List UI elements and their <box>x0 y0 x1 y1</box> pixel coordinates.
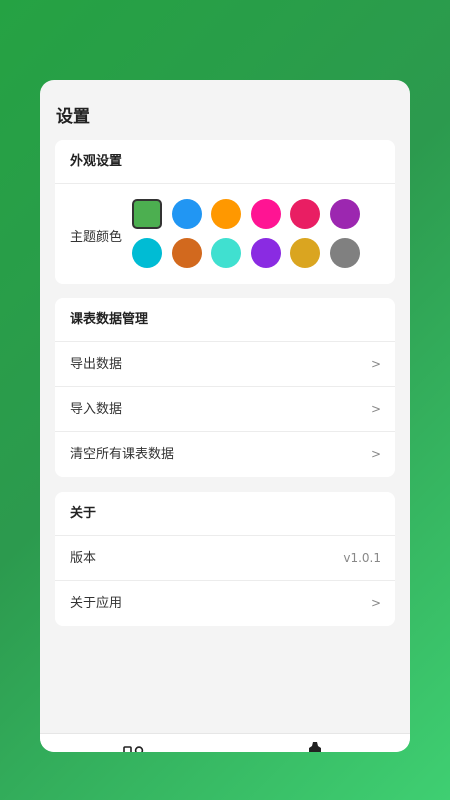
color-swatch[interactable] <box>290 238 320 268</box>
chevron-right-icon: > <box>370 596 381 610</box>
page-title: 设置 <box>56 107 90 127</box>
version-row: 版本 v1.0.1 <box>55 536 395 581</box>
color-swatch[interactable] <box>211 199 241 229</box>
about-app-label: 关于应用 <box>70 596 123 611</box>
data-management-header: 课表数据管理 <box>55 298 395 342</box>
export-data-row[interactable]: 导出数据 > <box>55 342 395 387</box>
theme-color-label: 主题颜色 <box>70 230 123 245</box>
bottom-nav <box>40 733 410 752</box>
app-window: 设置 外观设置 主题颜色 课表数据管理 导出数据 > 导入数据 > 清空所有课表… <box>40 80 410 752</box>
color-swatch[interactable] <box>132 238 162 268</box>
data-management-card: 课表数据管理 导出数据 > 导入数据 > 清空所有课表数据 > <box>55 298 395 477</box>
clear-all-data-label: 清空所有课表数据 <box>70 447 175 462</box>
gear-icon[interactable] <box>304 739 326 752</box>
color-swatch[interactable] <box>171 238 202 268</box>
grid-icon[interactable] <box>123 741 145 752</box>
import-data-row[interactable]: 导入数据 > <box>55 387 395 432</box>
color-swatch[interactable] <box>329 199 360 229</box>
about-app-row[interactable]: 关于应用 > <box>55 581 395 626</box>
color-swatch[interactable] <box>211 238 241 268</box>
chevron-right-icon: > <box>370 356 381 371</box>
import-data-label: 导入数据 <box>70 401 123 417</box>
appearance-card: 外观设置 主题颜色 <box>55 140 395 284</box>
chevron-right-icon: > <box>370 401 381 416</box>
color-swatch[interactable] <box>171 199 202 229</box>
clear-all-data-row[interactable]: 清空所有课表数据 > <box>55 432 395 477</box>
export-data-label: 导出数据 <box>70 356 123 372</box>
chevron-right-icon: > <box>370 447 381 461</box>
about-header: 关于 <box>55 492 395 536</box>
color-swatch[interactable] <box>329 238 360 268</box>
color-swatch[interactable] <box>132 199 162 229</box>
color-swatch[interactable] <box>290 199 320 229</box>
version-value: v1.0.1 <box>343 550 381 565</box>
appearance-header: 外观设置 <box>55 140 395 184</box>
color-swatch[interactable] <box>250 238 281 268</box>
version-label: 版本 <box>70 550 97 566</box>
theme-color-row: 主题颜色 <box>55 184 395 284</box>
color-swatch[interactable] <box>250 199 281 229</box>
about-card: 关于 版本 v1.0.1 关于应用 > <box>55 492 395 626</box>
